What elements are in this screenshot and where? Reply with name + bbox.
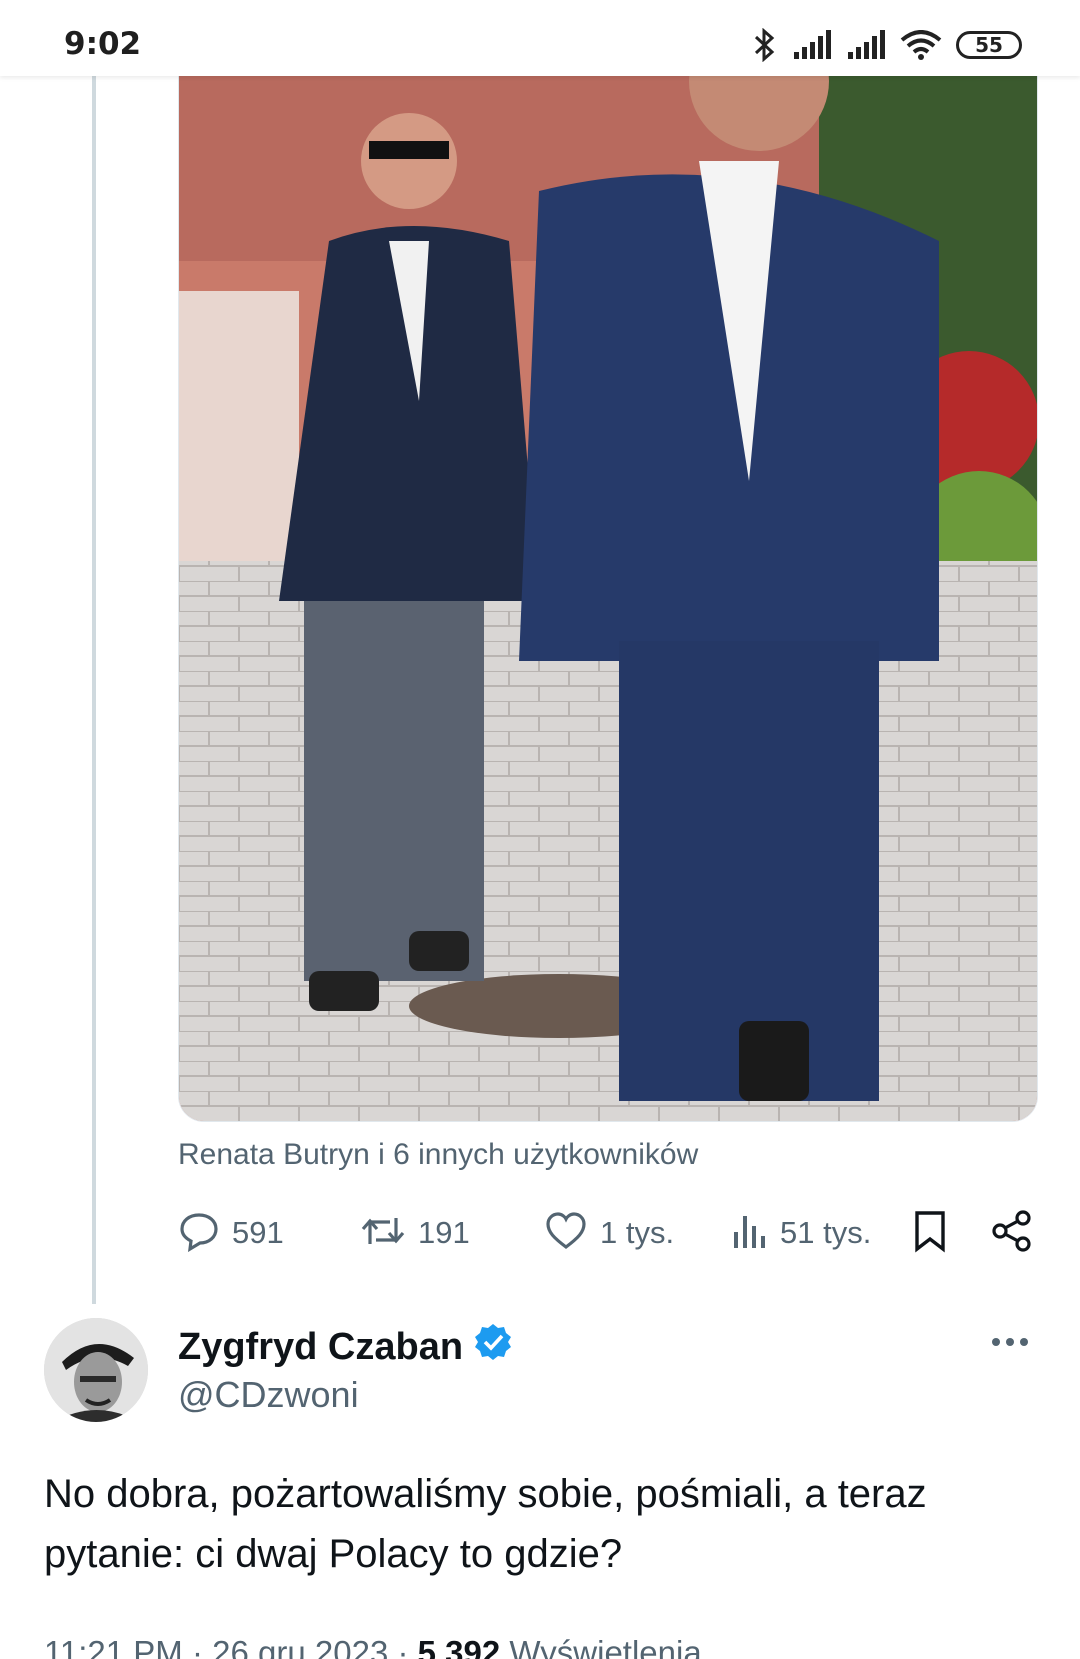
more-options-icon[interactable] [990, 1332, 1030, 1357]
battery-level: 55 [975, 33, 1003, 57]
tweet-views-label[interactable]: Wyświetlenia [509, 1634, 701, 1659]
retweet-count: 191 [418, 1215, 470, 1250]
wifi-icon [900, 30, 942, 60]
retweet-icon [360, 1210, 406, 1257]
heart-icon [544, 1210, 588, 1257]
battery-icon: 55 [956, 31, 1022, 59]
tweet-time[interactable]: 11:21 PM [44, 1634, 183, 1659]
status-icons: 55 [750, 28, 1022, 62]
views-icon [730, 1210, 768, 1257]
retweet-button[interactable]: 191 [360, 1208, 470, 1258]
reply-icon [178, 1210, 220, 1257]
tweet-text: No dobra, pożartowaliśmy sobie, pośmiali… [44, 1472, 927, 1576]
share-icon [990, 1209, 1034, 1258]
status-bar: 9:02 55 [0, 0, 1080, 76]
like-count: 1 tys. [600, 1215, 675, 1250]
author-name[interactable]: Zygfryd Czaban [178, 1322, 513, 1372]
verified-badge-icon [473, 1322, 513, 1372]
author-name-text: Zygfryd Czaban [178, 1325, 464, 1368]
tagged-users[interactable]: Renata Butryn i 6 innych użytkowników [178, 1138, 698, 1172]
avatar[interactable] [44, 1318, 148, 1422]
tweet-photo[interactable] [178, 40, 1038, 1122]
views-count: 51 tys. [780, 1215, 872, 1250]
meta-separator: · [191, 1634, 203, 1659]
like-button[interactable]: 1 tys. [544, 1208, 674, 1258]
views-button[interactable]: 51 tys. [730, 1208, 871, 1258]
tweet-thread-screen: 9:02 55 Renata Butryn i 6 innych użytkow… [0, 0, 1080, 1659]
meta-separator: · [397, 1634, 409, 1659]
signal-icon [846, 30, 886, 60]
bluetooth-icon [750, 28, 778, 62]
reply-button[interactable]: 591 [178, 1208, 284, 1258]
tweet-action-bar: 591 191 1 tys. 51 tys. [178, 1208, 1040, 1258]
bookmark-icon [912, 1209, 948, 1258]
bookmark-button[interactable] [912, 1208, 948, 1258]
signal-icon [792, 30, 832, 60]
author-handle[interactable]: @CDzwoni [178, 1374, 359, 1416]
reply-count: 591 [232, 1215, 284, 1250]
tweet-views-count: 5 392 [417, 1634, 501, 1659]
tweet-date[interactable]: 26 gru 2023 [212, 1634, 388, 1659]
share-button[interactable] [990, 1208, 1034, 1258]
status-time: 9:02 [64, 26, 142, 62]
tweet-meta: 11:21 PM · 26 gru 2023 · 5 392 Wyświetle… [44, 1634, 702, 1659]
thread-line [92, 76, 96, 1304]
